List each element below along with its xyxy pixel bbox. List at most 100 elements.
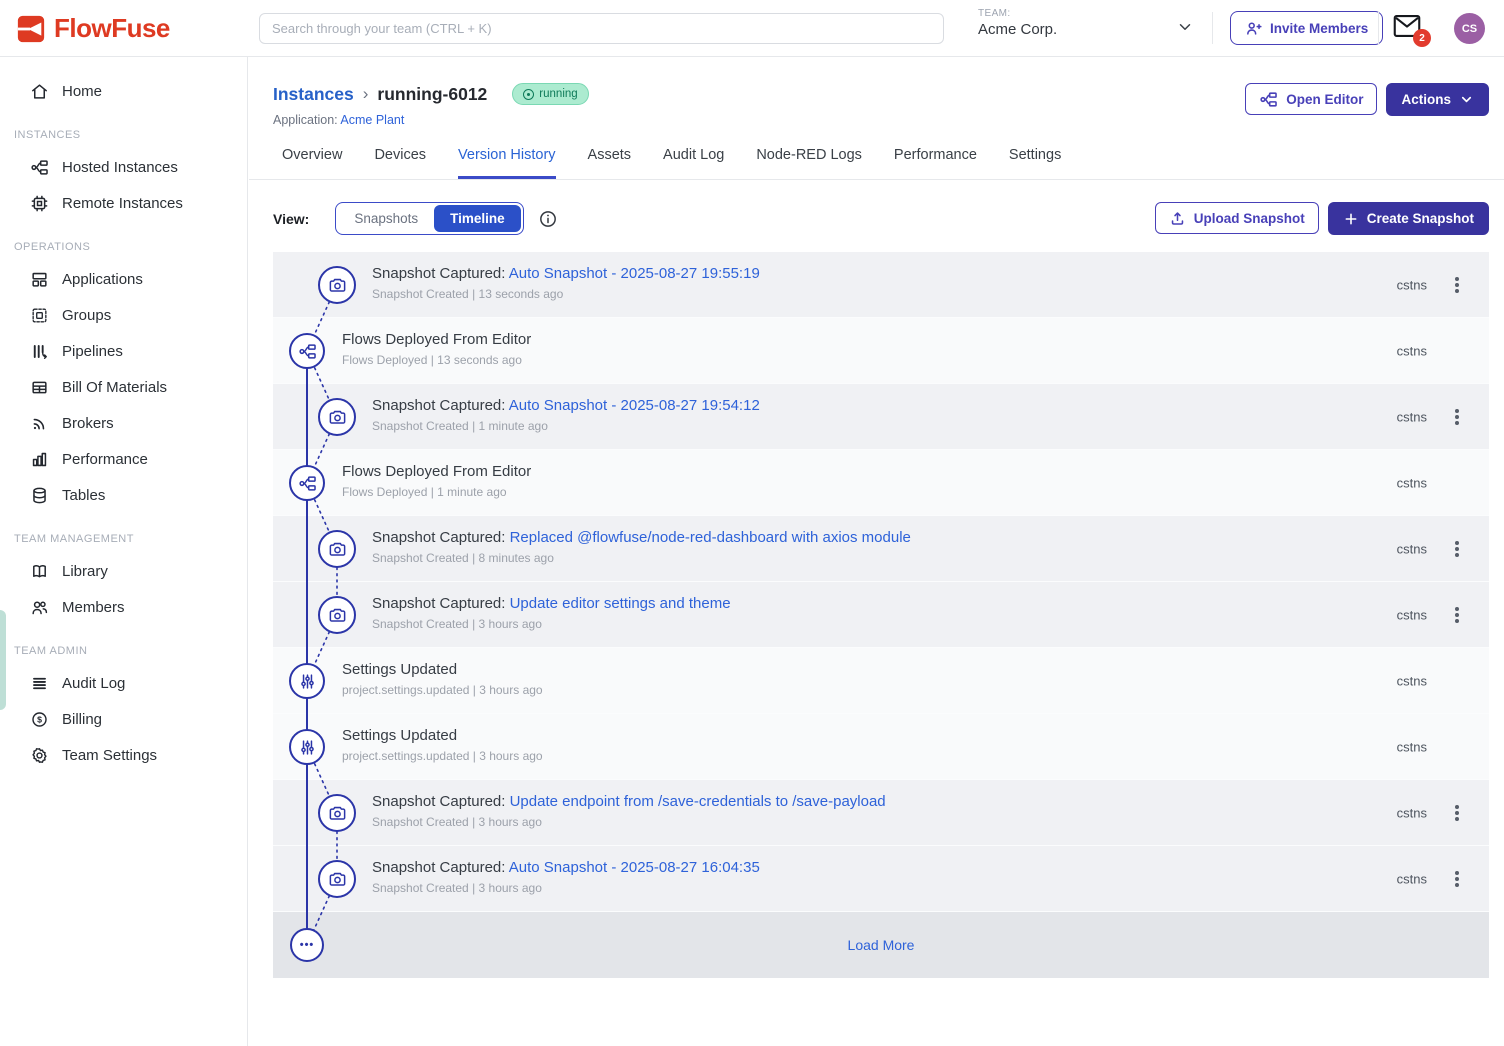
- actions-label: Actions: [1401, 92, 1451, 107]
- chevron-down-icon: [1459, 92, 1474, 107]
- sidebar-item-label: Home: [62, 83, 102, 100]
- application-link[interactable]: Acme Plant: [340, 113, 404, 127]
- flows-deploy-icon: [289, 465, 325, 501]
- search-input[interactable]: [259, 13, 944, 44]
- timeline-row: Flows Deployed From Editor Flows Deploye…: [273, 450, 1489, 516]
- event-title: Flows Deployed From Editor: [342, 462, 1489, 482]
- toggle-snapshots[interactable]: Snapshots: [338, 205, 434, 232]
- camera-icon: [318, 530, 356, 568]
- snapshot-link[interactable]: Auto Snapshot - 2025-08-27 19:54:12: [509, 397, 760, 414]
- view-toggle: Snapshots Timeline: [335, 202, 523, 235]
- sidebar-item-library[interactable]: Library: [0, 553, 247, 589]
- snapshot-link[interactable]: Replaced @flowfuse/node-red-dashboard wi…: [510, 529, 911, 546]
- status-dot-icon: [523, 89, 534, 100]
- camera-icon: [318, 266, 356, 304]
- bar-chart-icon: [30, 450, 49, 469]
- sidebar-item-remote-instances[interactable]: Remote Instances: [0, 185, 247, 221]
- timeline-row: Snapshot Captured: Auto Snapshot - 2025-…: [273, 384, 1489, 450]
- sidebar-item-audit-log[interactable]: Audit Log: [0, 665, 247, 701]
- groups-icon: [30, 306, 49, 325]
- event-user: cstns: [1397, 607, 1427, 622]
- tab-devices[interactable]: Devices: [374, 147, 426, 179]
- snapshot-link[interactable]: Auto Snapshot - 2025-08-27 16:04:35: [509, 859, 760, 876]
- flows-deploy-icon: [289, 333, 325, 369]
- row-menu-button[interactable]: [1445, 270, 1469, 300]
- row-menu-button[interactable]: [1445, 534, 1469, 564]
- team-label: TEAM:: [978, 8, 1196, 19]
- team-selector[interactable]: TEAM: Acme Corp.: [978, 8, 1196, 38]
- camera-icon: [318, 860, 356, 898]
- sidebar-item-applications[interactable]: Applications: [0, 261, 247, 297]
- breadcrumb-instances-link[interactable]: Instances: [273, 84, 354, 105]
- load-more-link[interactable]: Load More: [273, 937, 1489, 953]
- sidebar-item-pipelines[interactable]: Pipelines: [0, 333, 247, 369]
- event-meta: project.settings.updated | 3 hours ago: [342, 683, 1489, 697]
- camera-icon: [318, 398, 356, 436]
- sidebar-item-team-settings[interactable]: Team Settings: [0, 737, 247, 773]
- row-menu-button[interactable]: [1445, 798, 1469, 828]
- broadcast-icon: [30, 414, 49, 433]
- timeline-row: Snapshot Captured: Update editor setting…: [273, 582, 1489, 648]
- kebab-icon: [1455, 811, 1459, 815]
- sidebar-item-brokers[interactable]: Brokers: [0, 405, 247, 441]
- sidebar-item-members[interactable]: Members: [0, 589, 247, 625]
- editor-flow-icon: [1259, 90, 1278, 109]
- sidebar-item-hosted-instances[interactable]: Hosted Instances: [0, 149, 247, 185]
- sidebar-item-label: Team Settings: [62, 747, 157, 764]
- tab-overview[interactable]: Overview: [282, 147, 342, 179]
- sidebar-item-billing[interactable]: $ Billing: [0, 701, 247, 737]
- actions-button[interactable]: Actions: [1386, 83, 1489, 116]
- list-icon: [30, 674, 49, 693]
- event-title: Snapshot Captured: Replaced @flowfuse/no…: [372, 528, 1489, 548]
- sidebar-item-label: Pipelines: [62, 343, 123, 360]
- ellipsis-icon[interactable]: •••: [290, 928, 324, 962]
- event-user: cstns: [1397, 673, 1427, 688]
- dollar-icon: $: [30, 710, 49, 729]
- invite-members-button[interactable]: Invite Members: [1230, 11, 1383, 45]
- timeline-load-more-row: ••• Load More: [273, 912, 1489, 978]
- row-menu-button[interactable]: [1445, 864, 1469, 894]
- sidebar-item-groups[interactable]: Groups: [0, 297, 247, 333]
- snapshot-link[interactable]: Update endpoint from /save-credentials t…: [510, 793, 886, 810]
- tab-settings[interactable]: Settings: [1009, 147, 1061, 179]
- create-snapshot-button[interactable]: Create Snapshot: [1328, 202, 1489, 235]
- sidebar-item-performance[interactable]: Performance: [0, 441, 247, 477]
- camera-icon: [318, 794, 356, 832]
- sidebar-section-team-management: TEAM MANAGEMENT: [0, 513, 247, 553]
- tab-assets[interactable]: Assets: [588, 147, 632, 179]
- open-editor-button[interactable]: Open Editor: [1245, 83, 1377, 115]
- user-avatar[interactable]: CS: [1454, 13, 1485, 44]
- event-meta: Snapshot Created | 1 minute ago: [372, 419, 1489, 433]
- sidebar-section-instances: INSTANCES: [0, 109, 247, 149]
- sidebar-item-tables[interactable]: Tables: [0, 477, 247, 513]
- sidebar-scroll-indicator[interactable]: [0, 610, 6, 710]
- row-menu-button[interactable]: [1445, 402, 1469, 432]
- row-menu-button[interactable]: [1445, 600, 1469, 630]
- tab-node-red-logs[interactable]: Node-RED Logs: [756, 147, 862, 179]
- chevron-down-icon[interactable]: [1176, 18, 1194, 36]
- sidebar-item-label: Bill Of Materials: [62, 379, 167, 396]
- sidebar-item-bill-of-materials[interactable]: Bill Of Materials: [0, 369, 247, 405]
- snapshot-link[interactable]: Auto Snapshot - 2025-08-27 19:55:19: [509, 265, 760, 282]
- info-icon[interactable]: [538, 209, 558, 229]
- tab-audit-log[interactable]: Audit Log: [663, 147, 724, 179]
- event-user: cstns: [1397, 739, 1427, 754]
- flowfuse-logo[interactable]: FlowFuse: [16, 13, 170, 44]
- notifications-button[interactable]: 2: [1393, 14, 1423, 42]
- sidebar-item-label: Audit Log: [62, 675, 125, 692]
- sidebar-item-home[interactable]: Home: [0, 73, 247, 109]
- upload-snapshot-button[interactable]: Upload Snapshot: [1155, 202, 1319, 234]
- snapshot-link[interactable]: Update editor settings and theme: [510, 595, 731, 612]
- sidebar-item-label: Performance: [62, 451, 148, 468]
- settings-sliders-icon: [289, 663, 325, 699]
- tab-performance[interactable]: Performance: [894, 147, 977, 179]
- timeline-row: Settings Updated project.settings.update…: [273, 714, 1489, 780]
- event-user: cstns: [1397, 409, 1427, 424]
- toggle-timeline[interactable]: Timeline: [434, 205, 521, 232]
- event-meta: project.settings.updated | 3 hours ago: [342, 749, 1489, 763]
- notification-badge: 2: [1413, 29, 1431, 47]
- timeline-row: Snapshot Captured: Replaced @flowfuse/no…: [273, 516, 1489, 582]
- top-header: FlowFuse TEAM: Acme Corp. Invite Members…: [0, 0, 1504, 57]
- tab-version-history[interactable]: Version History: [458, 147, 556, 179]
- tab-bar: Overview Devices Version History Assets …: [249, 147, 1504, 180]
